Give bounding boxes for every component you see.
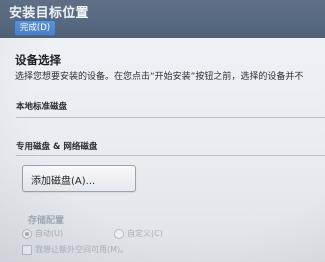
local-disks-divider xyxy=(16,117,325,118)
add-disk-button[interactable]: 添加磁盘(A)... xyxy=(22,165,136,192)
auto-radio-label: 自动(U) xyxy=(35,229,64,238)
storage-configuration-label: 存储配置 xyxy=(28,216,65,226)
header-bar: 安装目标位置 完成(D) xyxy=(0,0,325,38)
extra-space-option: 我想让额外空间可用(M)。 xyxy=(22,244,272,256)
auto-radio[interactable] xyxy=(22,229,32,239)
extra-space-label: 我想让额外空间可用(M)。 xyxy=(35,245,129,254)
extra-space-checkbox[interactable] xyxy=(22,245,32,255)
device-selection-description: 选择您想要安装的设备。在您点击“开始安装”按钮之前，选择的设备并不 xyxy=(15,72,304,82)
done-button[interactable]: 完成(D) xyxy=(14,20,56,36)
main-content: 设备选择 选择您想要安装的设备。在您点击“开始安装”按钮之前，选择的设备并不 本… xyxy=(0,38,325,262)
installation-destination-window: 安装目标位置 完成(D) 设备选择 选择您想要安装的设备。在您点击“开始安装”按… xyxy=(0,0,325,262)
partitioning-options: 自动(U) 自定义(C) xyxy=(22,228,222,240)
special-disks-divider xyxy=(16,155,325,156)
add-disk-label: 添加磁盘(A)... xyxy=(31,176,96,187)
specialized-network-disks-label: 专用磁盘 & 网络磁盘 xyxy=(16,142,98,152)
custom-radio-label: 自定义(C) xyxy=(127,229,163,238)
device-selection-title: 设备选择 xyxy=(15,53,61,67)
custom-radio[interactable] xyxy=(114,229,124,239)
local-standard-disks-label: 本地标准磁盘 xyxy=(16,102,68,112)
page-title: 安装目标位置 xyxy=(9,6,89,21)
